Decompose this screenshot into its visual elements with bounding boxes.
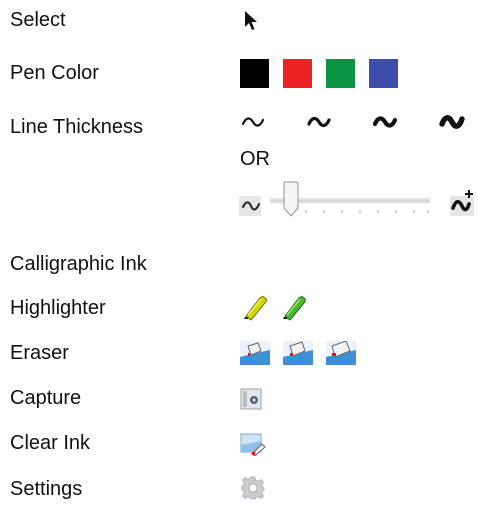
pen-color-blue-swatch[interactable] <box>369 59 398 88</box>
thin-stroke-icon[interactable] <box>240 114 266 130</box>
line-thickness-label: Line Thickness <box>10 116 144 138</box>
calligraphic-ink-label: Calligraphic Ink <box>10 253 147 275</box>
eraser-small-icon[interactable] <box>240 341 270 365</box>
highlighter-label: Highlighter <box>10 297 106 319</box>
green-highlighter-icon[interactable] <box>279 293 309 321</box>
camera-icon[interactable] <box>240 387 262 411</box>
settings-label: Settings <box>10 478 83 500</box>
thick-line-plus-icon <box>450 190 474 216</box>
extra-thick-stroke-icon[interactable] <box>438 113 466 131</box>
pen-color-black-swatch[interactable] <box>240 59 269 88</box>
gear-icon[interactable] <box>241 476 265 500</box>
pen-color-green-swatch[interactable] <box>326 59 355 88</box>
yellow-highlighter-icon[interactable] <box>240 293 270 321</box>
eraser-medium-icon[interactable] <box>283 341 313 365</box>
pen-color-red-swatch[interactable] <box>283 59 312 88</box>
thick-stroke-icon[interactable] <box>372 114 398 130</box>
line-thickness-slider[interactable] <box>238 180 476 220</box>
medium-stroke-icon[interactable] <box>306 114 332 130</box>
pen-color-label: Pen Color <box>10 62 99 84</box>
clear-ink-label: Clear Ink <box>10 432 91 454</box>
capture-label: Capture <box>10 387 82 409</box>
cursor-arrow-icon[interactable] <box>243 10 259 32</box>
eraser-label: Eraser <box>10 342 69 364</box>
thin-line-icon <box>239 196 261 216</box>
or-separator: OR <box>240 148 270 170</box>
eraser-large-icon[interactable] <box>326 341 356 365</box>
clear-ink-icon[interactable] <box>240 432 266 456</box>
select-label: Select <box>10 9 66 31</box>
